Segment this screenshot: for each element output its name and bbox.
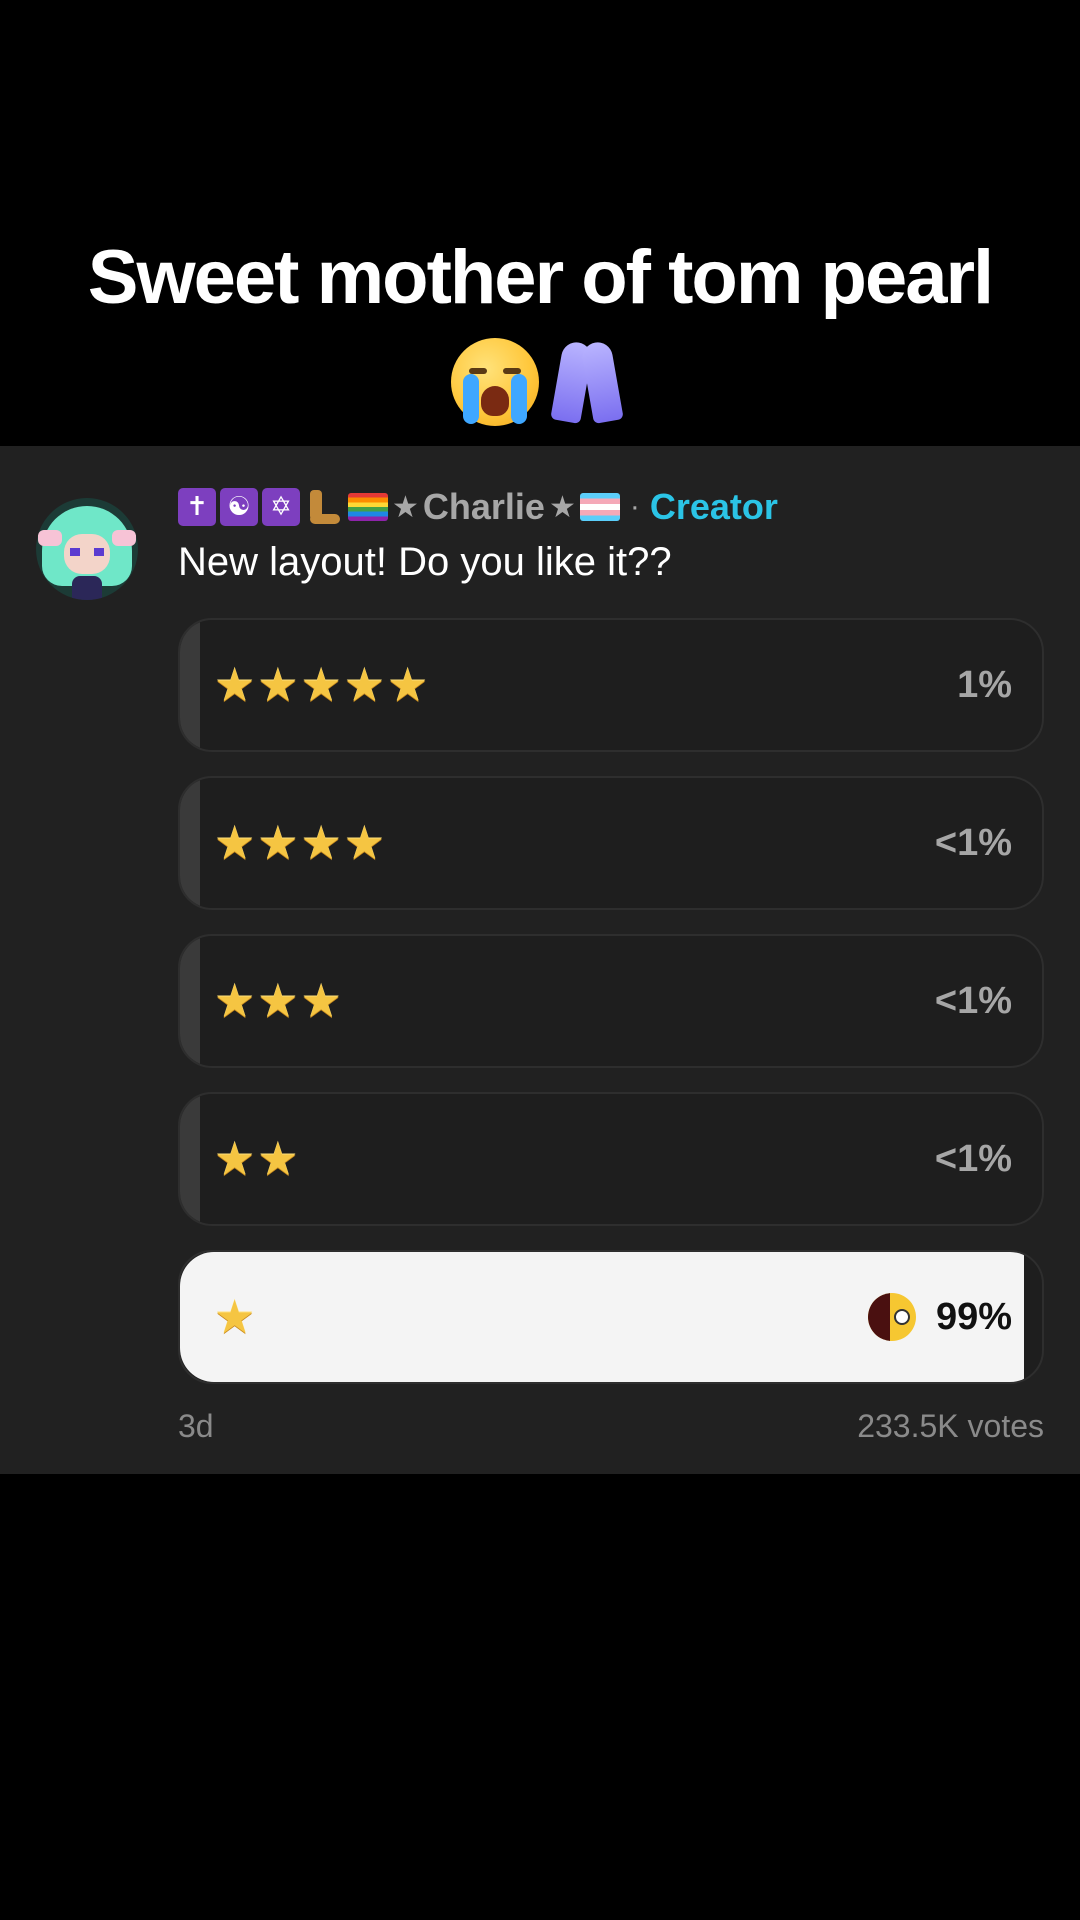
latin-cross-icon: ✝ [178, 488, 216, 526]
poll-option-stars: ★ ★ ★ ★ [214, 778, 385, 908]
folded-hands-icon [545, 338, 629, 426]
poll-option-percent-wrap: 1% [957, 620, 1012, 750]
poll-question: New layout! Do you like it?? [178, 540, 672, 584]
transgender-flag-icon [579, 493, 620, 521]
star-icon: ★ [214, 658, 256, 712]
caption-emoji-row [0, 332, 1080, 432]
star-icon: ★ [343, 658, 385, 712]
poll-option-fill [180, 1094, 200, 1224]
author-name[interactable]: Charlie [423, 486, 545, 528]
post-age: 3d [178, 1408, 214, 1444]
poll-option-percent-wrap: <1% [935, 936, 1012, 1066]
avatar[interactable] [36, 498, 138, 600]
name-star-right: ★ [548, 489, 576, 525]
poll-option-fill [180, 936, 200, 1066]
poll-option-stars: ★ ★ ★ [214, 936, 342, 1066]
poll-option-fill [180, 620, 200, 750]
star-icon: ★ [343, 816, 385, 870]
star-icon: ★ [214, 1290, 256, 1344]
poll-option-percent-wrap: <1% [935, 778, 1012, 908]
screen: Sweet mother of tom pearl ✝ ☯ ✡ ★ Charli… [0, 0, 1080, 1920]
poll-option-percent: 1% [957, 663, 1012, 706]
poll-option-stars: ★ [214, 1252, 255, 1382]
loudly-crying-face-icon [451, 338, 539, 426]
poll-option-fill [180, 778, 200, 908]
star-icon: ★ [257, 658, 299, 712]
poll-option-stars: ★ ★ ★ ★ ★ [214, 620, 428, 750]
author-line: ✝ ☯ ✡ ★ Charlie ★ · Creator [178, 484, 778, 530]
yin-yang-icon: ☯ [220, 488, 258, 526]
star-of-david-icon: ✡ [262, 488, 300, 526]
poll-option[interactable]: ★ ★ ★ ★ <1% [178, 776, 1044, 910]
star-icon: ★ [214, 816, 256, 870]
separator-dot: · [629, 490, 640, 523]
poll-option-percent: <1% [934, 1137, 1012, 1180]
poll-option-percent: 99% [935, 1295, 1012, 1338]
star-icon: ★ [214, 974, 256, 1028]
video-caption: Sweet mother of tom pearl [87, 235, 994, 320]
poll-option[interactable]: ★ ★ <1% [178, 1092, 1044, 1226]
creator-label: Creator [649, 486, 778, 527]
poll-option-percent-wrap: 99% [867, 1252, 1012, 1382]
leg-icon [304, 488, 344, 526]
name-star-left: ★ [392, 489, 419, 525]
star-icon: ★ [387, 658, 429, 712]
vote-count: 233.5K votes [857, 1408, 1044, 1444]
poll-option[interactable]: ★ ★ ★ <1% [178, 934, 1044, 1068]
voter-avatar-icon [867, 1293, 916, 1341]
star-icon: ★ [257, 1132, 299, 1186]
star-icon: ★ [300, 816, 342, 870]
rainbow-flag-icon [348, 493, 388, 521]
poll-option-percent: <1% [934, 979, 1012, 1022]
star-icon: ★ [257, 816, 299, 870]
star-icon: ★ [300, 658, 342, 712]
poll-option-percent-wrap: <1% [935, 1094, 1012, 1224]
star-icon: ★ [300, 974, 342, 1028]
poll-option[interactable]: ★ 99% [178, 1250, 1044, 1384]
star-icon: ★ [257, 974, 299, 1028]
poll-option-stars: ★ ★ [214, 1094, 299, 1224]
poll-option[interactable]: ★ ★ ★ ★ ★ 1% [178, 618, 1044, 752]
poll-option-percent: <1% [934, 821, 1012, 864]
star-icon: ★ [214, 1132, 256, 1186]
